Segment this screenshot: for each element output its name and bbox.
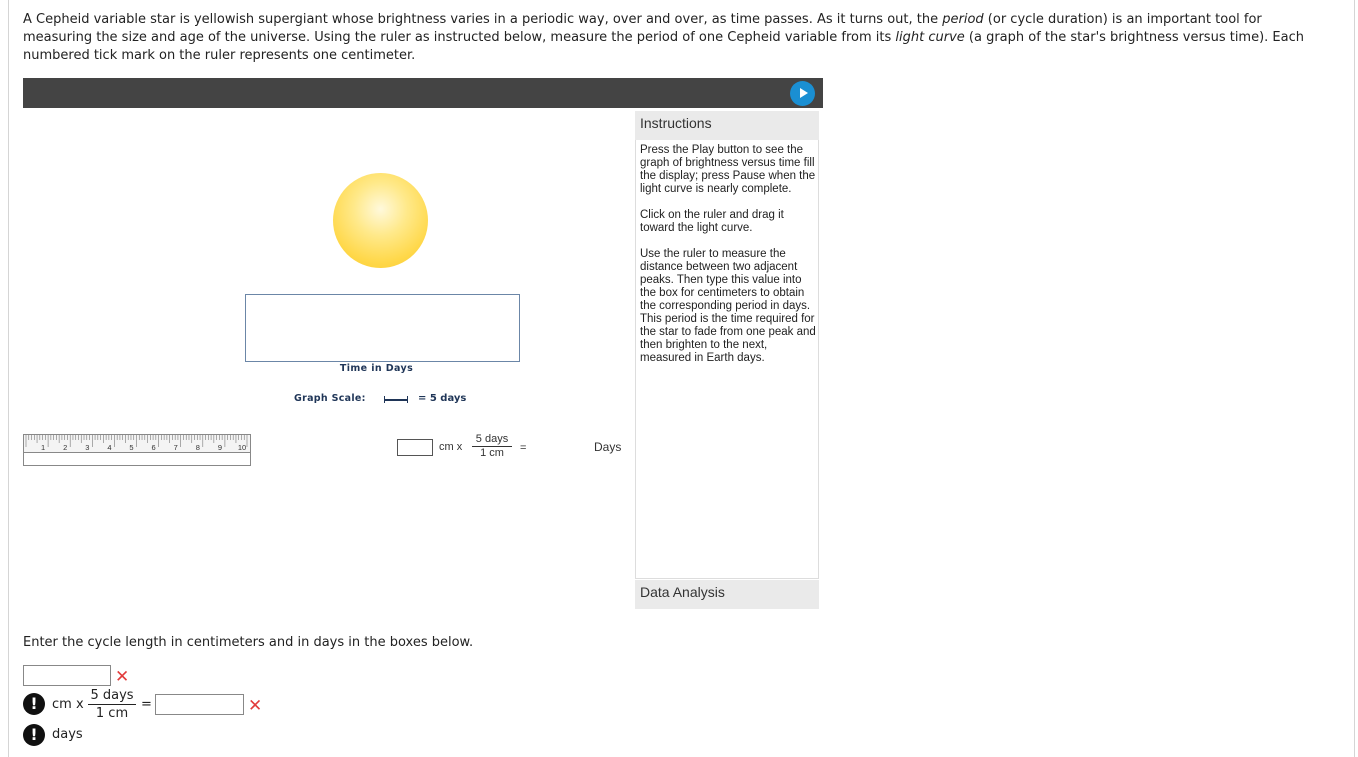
- days-label: days: [52, 727, 83, 742]
- sim-days-label: Days: [594, 440, 622, 454]
- ruler-scale: 1 2 3 4 5 6 7 8 9 10: [24, 435, 250, 453]
- days-warning-icon: !: [23, 724, 45, 746]
- ruler-ticks-icon: 1 2 3 4 5 6 7 8 9 10: [25, 435, 248, 452]
- ruler-number-label: 10: [238, 443, 246, 452]
- data-analysis-heading[interactable]: Data Analysis: [635, 580, 819, 609]
- ruler-number-label: 6: [152, 443, 156, 452]
- play-button[interactable]: [790, 81, 815, 106]
- simulation-toolbar: [23, 78, 823, 108]
- conversion-fraction: 5 days 1 cm: [88, 687, 136, 723]
- sim-cm-label: cm x: [439, 441, 463, 453]
- ruler-number-label: 3: [85, 443, 89, 452]
- draggable-ruler[interactable]: 1 2 3 4 5 6 7 8 9 10: [23, 434, 251, 466]
- sim-conversion-fraction: 5 days 1 cm: [472, 432, 512, 459]
- page-left-border: [8, 0, 9, 757]
- intro-part-1: A Cepheid variable star is yellowish sup…: [23, 12, 943, 27]
- cm-warning-icon: !: [23, 693, 45, 715]
- sim-fraction-numerator: 5 days: [472, 432, 512, 447]
- sim-fraction-denominator: 1 cm: [480, 447, 504, 459]
- sim-cm-input[interactable]: [397, 439, 433, 456]
- time-axis-label: Time in Days: [339, 363, 414, 374]
- intro-light-curve-term: light curve: [895, 30, 965, 45]
- cm-times-label: cm x: [52, 697, 84, 712]
- ruler-number-label: 4: [107, 443, 111, 452]
- page-right-border: [1354, 0, 1355, 757]
- ruler-number-label: 7: [174, 443, 178, 452]
- graph-scale-label: Graph Scale:: [294, 393, 366, 404]
- ruler-number-label: 9: [218, 443, 222, 452]
- ruler-number-label: 5: [129, 443, 133, 452]
- instructions-body: Press the Play button to see the graph o…: [640, 144, 818, 378]
- answer-prompt: Enter the cycle length in centimeters an…: [23, 635, 474, 650]
- intro-text: A Cepheid variable star is yellowish sup…: [23, 11, 1333, 65]
- cycle-cm-input[interactable]: [23, 665, 111, 686]
- ruler-number-label: 8: [196, 443, 200, 452]
- light-curve-graph: [245, 294, 520, 362]
- ruler-number-label: 1: [41, 443, 45, 452]
- ruler-number-label: 2: [63, 443, 67, 452]
- equals-sign: =: [141, 697, 152, 712]
- cm-incorrect-icon: ✕: [115, 667, 130, 687]
- intro-period-term: period: [942, 12, 984, 27]
- graph-scale-value: = 5 days: [418, 393, 467, 404]
- instructions-heading: Instructions: [635, 111, 819, 140]
- cepheid-star: [333, 173, 428, 268]
- instruction-play: Press the Play button to see the graph o…: [640, 144, 816, 195]
- instruction-measure: Use the ruler to measure the distance be…: [640, 248, 816, 364]
- instruction-drag-ruler: Click on the ruler and drag it toward th…: [640, 209, 784, 234]
- days-incorrect-icon: ✕: [248, 696, 263, 716]
- sim-equals-sign: =: [520, 442, 527, 454]
- fraction-denominator: 1 cm: [95, 706, 129, 721]
- graph-scale-bar-icon: [384, 396, 408, 404]
- cycle-days-input[interactable]: [155, 694, 244, 715]
- fraction-numerator: 5 days: [88, 687, 136, 705]
